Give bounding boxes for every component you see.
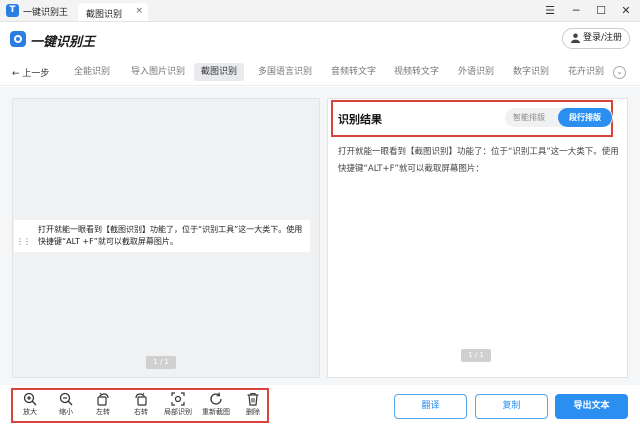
nav-item-audio-to-text[interactable]: 音频转文字 bbox=[324, 63, 383, 81]
maximize-icon[interactable]: ☐ bbox=[591, 2, 611, 20]
nav-item-video-to-text[interactable]: 视频转文字 bbox=[387, 63, 446, 81]
tool-label: 放大 bbox=[23, 408, 37, 416]
tool-label: 重新截图 bbox=[202, 408, 230, 416]
minimize-icon[interactable]: ─ bbox=[566, 2, 586, 20]
back-button[interactable]: ← 上一步 bbox=[12, 66, 49, 79]
smart-layout-option[interactable]: 智能排版 bbox=[513, 112, 545, 123]
app-logo-icon: T bbox=[6, 4, 19, 17]
user-icon bbox=[571, 33, 580, 43]
rotate-right-button[interactable]: 右转 bbox=[124, 392, 158, 422]
tab-label: 截图识别 bbox=[86, 10, 123, 20]
line-layout-option[interactable]: 段行排版 bbox=[558, 108, 612, 127]
refresh-icon bbox=[210, 392, 222, 405]
copy-button[interactable]: 复制 bbox=[475, 394, 548, 419]
brand-name: 一键识别王 bbox=[30, 35, 96, 50]
app-header: 一键识别王 登录/注册 bbox=[0, 22, 640, 56]
function-nav: ← 上一步 全能识别 导入图片识别 截图识别 多国语言识别 音频转文字 视频转文… bbox=[0, 58, 640, 86]
partial-scan-icon bbox=[171, 392, 185, 406]
tab-close-icon[interactable]: × bbox=[135, 6, 143, 16]
zoom-in-button[interactable]: 放大 bbox=[13, 392, 47, 422]
result-page-indicator: 1 / 1 bbox=[461, 349, 491, 362]
partial-scan-button[interactable]: 局部识别 bbox=[161, 392, 195, 422]
nav-item-foreign-language[interactable]: 外语识别 bbox=[451, 63, 501, 81]
nav-item-multilingual[interactable]: 多国语言识别 bbox=[251, 63, 319, 81]
nav-item-screenshot[interactable]: 截图识别 bbox=[194, 63, 245, 81]
retake-screenshot-button[interactable]: 重新截图 bbox=[199, 392, 233, 422]
tool-label: 右转 bbox=[134, 408, 148, 416]
title-bar: T 一键识别王 截图识别 × ☰ ─ ☐ ✕ bbox=[0, 0, 640, 22]
nav-item-flowers[interactable]: 花卉识别 bbox=[561, 63, 611, 81]
zoom-out-button[interactable]: 缩小 bbox=[49, 392, 83, 422]
translate-button[interactable]: 翻译 bbox=[394, 394, 467, 419]
zoom-in-icon bbox=[23, 392, 37, 406]
tool-label: 局部识别 bbox=[164, 408, 192, 416]
result-title: 识别结果 bbox=[338, 113, 382, 126]
export-text-button[interactable]: 导出文本 bbox=[555, 394, 628, 419]
preview-page-indicator: 1 / 1 bbox=[146, 356, 176, 369]
tool-label: 缩小 bbox=[59, 408, 73, 416]
rotate-left-icon bbox=[97, 392, 109, 406]
nav-more-icon[interactable]: ⌄ bbox=[613, 66, 626, 79]
tab-screenshot-recognition[interactable]: 截图识别 × bbox=[78, 3, 148, 21]
result-panel bbox=[327, 98, 628, 378]
close-window-icon[interactable]: ✕ bbox=[616, 2, 636, 20]
screenshot-text: 打开就能一眼看到【截图识别】功能了，位于“识别工具”这一大类下。使用快捷键“AL… bbox=[38, 225, 303, 246]
app-title: 一键识别王 bbox=[23, 8, 69, 18]
nav-item-import-image[interactable]: 导入图片识别 bbox=[124, 63, 192, 81]
rotate-left-button[interactable]: 左转 bbox=[86, 392, 120, 422]
result-text[interactable]: 打开就能一眼看到【截图识别】功能了：位于“识别工具”这一大类下。使用快捷键“AL… bbox=[338, 144, 624, 178]
menu-icon[interactable]: ☰ bbox=[540, 2, 560, 20]
rotate-right-icon bbox=[135, 392, 147, 406]
tool-label: 左转 bbox=[96, 408, 110, 416]
drag-handle-icon[interactable]: ⋮⋮ bbox=[16, 237, 31, 246]
brand-logo-icon bbox=[10, 31, 26, 47]
login-button[interactable]: 登录/注册 bbox=[562, 28, 630, 49]
login-label: 登录/注册 bbox=[583, 33, 623, 43]
delete-button[interactable]: 删除 bbox=[236, 392, 270, 422]
trash-icon bbox=[247, 392, 259, 406]
nav-item-digits[interactable]: 数字识别 bbox=[506, 63, 556, 81]
nav-item-all[interactable]: 全能识别 bbox=[67, 63, 117, 81]
tool-label: 删除 bbox=[246, 408, 260, 416]
zoom-out-icon bbox=[59, 392, 73, 406]
